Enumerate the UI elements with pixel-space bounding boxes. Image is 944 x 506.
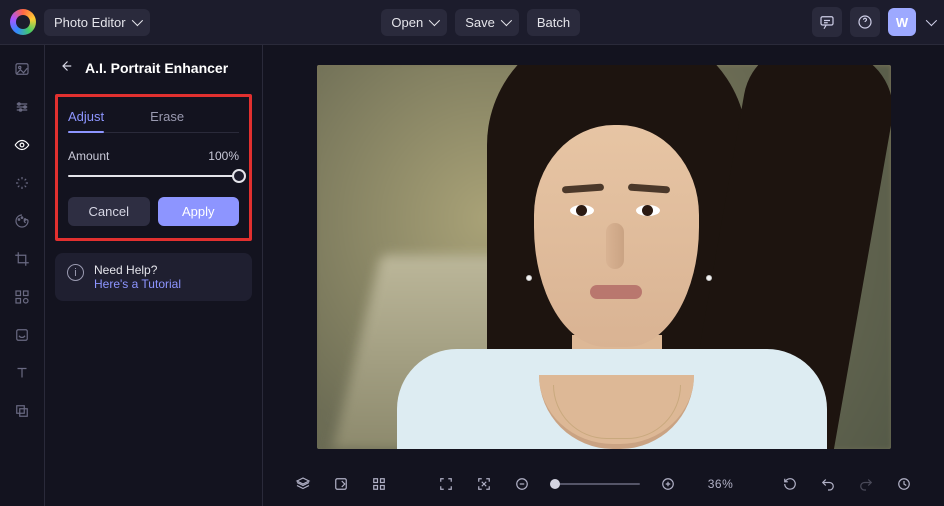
tutorial-link[interactable]: Here's a Tutorial bbox=[94, 277, 181, 291]
avatar-initial: W bbox=[896, 15, 908, 30]
cancel-button[interactable]: Cancel bbox=[68, 197, 150, 226]
batch-label: Batch bbox=[537, 15, 570, 30]
tool-adjust[interactable] bbox=[12, 97, 32, 117]
app-menu-label: Photo Editor bbox=[54, 15, 126, 30]
reset-icon bbox=[781, 475, 799, 493]
fit-button[interactable] bbox=[474, 474, 494, 494]
tool-image[interactable] bbox=[12, 59, 32, 79]
open-button[interactable]: Open bbox=[381, 9, 447, 36]
minus-circle-icon bbox=[513, 475, 531, 493]
tool-eye[interactable] bbox=[12, 135, 32, 155]
save-label: Save bbox=[465, 15, 495, 30]
tool-elements[interactable] bbox=[12, 287, 32, 307]
compare-icon bbox=[332, 475, 350, 493]
tool-rail bbox=[0, 45, 45, 506]
help-button[interactable] bbox=[850, 7, 880, 37]
help-text: Need Help? bbox=[94, 263, 181, 277]
reset-button[interactable] bbox=[780, 474, 800, 494]
history-button[interactable] bbox=[894, 474, 914, 494]
history-icon bbox=[895, 475, 913, 493]
app-menu-dropdown[interactable]: Photo Editor bbox=[44, 9, 150, 36]
info-icon: i bbox=[67, 264, 84, 281]
toggle-original-button[interactable] bbox=[331, 474, 351, 494]
undo-icon bbox=[819, 475, 837, 493]
canvas-toolbar: 36% bbox=[263, 462, 944, 506]
tool-ai-effects[interactable] bbox=[12, 173, 32, 193]
undo-button[interactable] bbox=[818, 474, 838, 494]
zoom-in-button[interactable] bbox=[658, 474, 678, 494]
zoom-percent: 36% bbox=[708, 477, 734, 491]
back-button[interactable] bbox=[57, 57, 75, 78]
tool-color[interactable] bbox=[12, 211, 32, 231]
redo-icon bbox=[857, 475, 875, 493]
fit-icon bbox=[475, 475, 493, 493]
zoom-thumb[interactable] bbox=[550, 479, 560, 489]
layers-icon bbox=[294, 475, 312, 493]
app-logo bbox=[10, 9, 36, 35]
control-panel: A.I. Portrait Enhancer Adjust Erase Amou… bbox=[45, 45, 263, 506]
arrow-left-icon bbox=[57, 57, 75, 75]
chevron-down-icon bbox=[501, 15, 512, 26]
open-label: Open bbox=[391, 15, 423, 30]
canvas-image[interactable] bbox=[317, 65, 891, 449]
help-box: i Need Help? Here's a Tutorial bbox=[55, 253, 252, 301]
amount-slider[interactable] bbox=[68, 169, 239, 183]
batch-button[interactable]: Batch bbox=[527, 9, 580, 36]
grid-button[interactable] bbox=[369, 474, 389, 494]
layers-button[interactable] bbox=[293, 474, 313, 494]
fullscreen-icon bbox=[437, 475, 455, 493]
canvas-area: 36% bbox=[263, 45, 944, 506]
user-menu-chevron-icon[interactable] bbox=[926, 15, 937, 26]
tool-retouch[interactable] bbox=[12, 325, 32, 345]
top-bar: Photo Editor Open Save Batch W bbox=[0, 0, 944, 45]
fullscreen-button[interactable] bbox=[436, 474, 456, 494]
slider-thumb[interactable] bbox=[232, 169, 246, 183]
chat-icon bbox=[818, 13, 836, 31]
help-icon bbox=[856, 13, 874, 31]
chevron-down-icon bbox=[429, 15, 440, 26]
grid-icon bbox=[370, 475, 388, 493]
amount-label: Amount bbox=[68, 149, 109, 163]
panel-title: A.I. Portrait Enhancer bbox=[85, 60, 228, 76]
save-button[interactable]: Save bbox=[455, 9, 519, 36]
redo-button[interactable] bbox=[856, 474, 876, 494]
enhancer-controls: Adjust Erase Amount 100% Cancel Apply bbox=[55, 94, 252, 241]
amount-value: 100% bbox=[208, 149, 239, 163]
user-avatar[interactable]: W bbox=[888, 8, 916, 36]
apply-button[interactable]: Apply bbox=[158, 197, 240, 226]
plus-circle-icon bbox=[659, 475, 677, 493]
tool-text[interactable] bbox=[12, 363, 32, 383]
tool-crop[interactable] bbox=[12, 249, 32, 269]
zoom-slider[interactable] bbox=[550, 483, 640, 485]
tab-adjust[interactable]: Adjust bbox=[68, 105, 104, 132]
tab-erase[interactable]: Erase bbox=[150, 105, 184, 132]
chevron-down-icon bbox=[131, 15, 142, 26]
feedback-button[interactable] bbox=[812, 7, 842, 37]
tool-layers[interactable] bbox=[12, 401, 32, 421]
slider-track bbox=[68, 175, 239, 177]
zoom-out-button[interactable] bbox=[512, 474, 532, 494]
